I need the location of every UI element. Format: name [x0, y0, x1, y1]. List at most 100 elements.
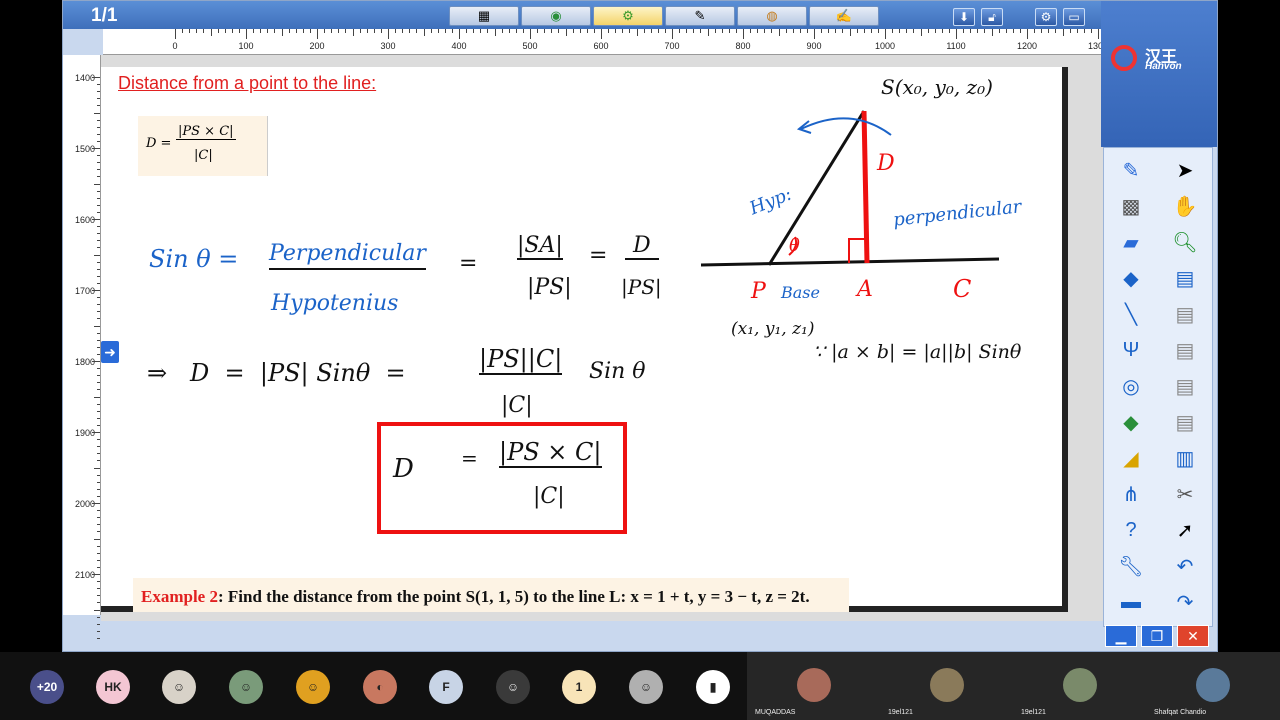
highlighter-tool[interactable]: ▩ [1114, 190, 1148, 222]
open-folder-tool[interactable]: ▬ [1114, 586, 1148, 618]
pointer-select-tool[interactable]: ➚ [1168, 514, 1202, 546]
video-tile-shafqat[interactable]: Shafqat Chandio [1146, 652, 1280, 720]
help-tool[interactable]: ? [1114, 514, 1148, 546]
ruler-tick [196, 29, 198, 33]
ruler-tick [530, 29, 531, 39]
ruler-h-label: 0 [172, 41, 178, 51]
page-tool-1[interactable]: ▤ [1168, 334, 1202, 366]
page-nav-arrow[interactable]: ➜ [101, 341, 119, 363]
participant-1[interactable]: 1 [562, 670, 596, 704]
window-button[interactable]: ▭ [1063, 8, 1085, 26]
video-tile-19el121-b[interactable]: 19el121 [1013, 652, 1146, 720]
ruler-tick [473, 29, 475, 33]
ruler-tick [92, 574, 100, 575]
hand-tool[interactable]: ✋ [1168, 190, 1202, 222]
person-avatar-icon: ☺ [306, 680, 320, 694]
gears-button[interactable]: ⚙ [593, 6, 663, 26]
settings-tool[interactable]: 🔧︎ [1114, 550, 1148, 582]
lock-button[interactable]: 🔓︎ [981, 8, 1003, 26]
ruler-tick [92, 503, 100, 504]
ruler-tick [1055, 29, 1057, 33]
ruler-tick [814, 29, 815, 39]
ruler-tick [97, 517, 100, 519]
delete-page-tool[interactable]: ▤ [1168, 298, 1202, 330]
shape-tool[interactable]: ◎ [1114, 370, 1148, 402]
undo-tool[interactable]: ↶ [1168, 550, 1202, 582]
clipboard-tool[interactable]: ▥ [1168, 442, 1202, 474]
participant-f[interactable]: F [429, 670, 463, 704]
minimize-button[interactable]: ▁ [1105, 625, 1137, 647]
download-button[interactable]: ⬇ [953, 8, 975, 26]
top-toolbar: 1/1 ▦ ◉ ⚙ ✎ ◍ ✍ ⬇ 🔓︎ ⚙ ▭ [63, 1, 1103, 29]
participant-hk[interactable]: HK [96, 670, 130, 704]
ruler-tick [97, 595, 100, 597]
ruler-h-label: 400 [451, 41, 467, 51]
eraser-tool[interactable]: ▰ [1114, 226, 1148, 258]
participant-avatar-6[interactable]: ☺ [629, 670, 663, 704]
solid-tool[interactable]: ◆ [1114, 406, 1148, 438]
ruler-h-label: 500 [522, 41, 538, 51]
settings-button[interactable]: ⚙ [1035, 8, 1057, 26]
ruler-tick [97, 176, 100, 178]
more-participants-badge[interactable]: +20 [30, 670, 64, 704]
participants-bar: +20 HK ☺ ☺ ☺ ◐ F ☺ 1 ☺ ▮ MUQADDAS 19el12… [0, 652, 1280, 720]
participant-avatar-2[interactable]: ☺ [229, 670, 263, 704]
whiteboard-canvas[interactable]: Distance from a point to the line: D = |… [101, 67, 1068, 612]
restore-button[interactable]: ❐ [1141, 625, 1173, 647]
page-tool-3[interactable]: ▤ [1168, 406, 1202, 438]
page-tool-2[interactable]: ▤ [1168, 370, 1202, 402]
ruler-tick [686, 29, 688, 33]
ruler-tick [97, 261, 100, 263]
database-button[interactable]: ◉ [521, 6, 591, 26]
ruler-tick [260, 29, 262, 33]
formula-numerator: |PS × C| [176, 124, 236, 140]
grid-button[interactable]: ▦ [449, 6, 519, 26]
redo-tool[interactable]: ↷ [1168, 586, 1202, 618]
ruler-tick [97, 403, 100, 405]
participant-avatar-5[interactable]: ☺ [496, 670, 530, 704]
ruler-tick [714, 29, 716, 33]
notes-button[interactable]: ✎ [665, 6, 735, 26]
hanvon-logo: 汉王 Hanvon [1111, 43, 1207, 79]
fill-tool[interactable]: ◆ [1114, 262, 1148, 294]
ruler-tick [288, 29, 290, 33]
whiteboard-app-window: 1/1 ▦ ◉ ⚙ ✎ ◍ ✍ ⬇ 🔓︎ ⚙ ▭ 0 100 200 300 400 50… [62, 0, 1218, 652]
ruler-tick [97, 474, 100, 476]
ruler-tick [1083, 29, 1085, 33]
participant-avatar-4[interactable]: ◐ [363, 670, 397, 704]
line-tool[interactable]: ╲ [1114, 298, 1148, 330]
person-avatar-icon: ☺ [506, 680, 520, 694]
ruler-tick [175, 29, 176, 39]
close-button[interactable]: ✕ [1177, 625, 1209, 647]
ruler-tick [963, 29, 965, 33]
ruler-tick [97, 488, 100, 490]
ruler-tick [586, 29, 588, 33]
grid-icon: ▦ [477, 8, 491, 23]
ruler-tick [792, 29, 794, 33]
ruler-tool[interactable]: ◢ [1114, 442, 1148, 474]
ruler-tick [863, 29, 865, 33]
participant-avatar-7[interactable]: ▮ [696, 670, 730, 704]
example-text: : Find the distance from the point S(1, … [217, 587, 810, 606]
video-tile-muqaddas[interactable]: MUQADDAS [747, 652, 880, 720]
tile-name: Shafqat Chandio [1154, 709, 1207, 716]
video-tile-19el121-a[interactable]: 19el121 [880, 652, 1013, 720]
zoom-tool[interactable]: 🔍︎ [1168, 226, 1202, 258]
compass-tool[interactable]: Ψ [1114, 334, 1148, 366]
participant-avatar-1[interactable]: ☺ [162, 670, 196, 704]
solid-shapes-icon: ◆ [1123, 411, 1139, 434]
ruler-tick [537, 29, 539, 33]
pen-tool[interactable]: ✎ [1114, 154, 1148, 186]
palette-button[interactable]: ◍ [737, 6, 807, 26]
cut-tool[interactable]: ✂ [1168, 478, 1202, 510]
ruler-tick [97, 155, 100, 157]
participant-avatar-3[interactable]: ☺ [296, 670, 330, 704]
vertical-ruler: 1400 1500 1600 1700 1800 1900 2000 2100 [63, 55, 101, 639]
add-page-tool[interactable]: ▤ [1168, 262, 1202, 294]
select-tool[interactable]: ➤ [1168, 154, 1202, 186]
edit-button[interactable]: ✍ [809, 6, 879, 26]
ruler-tick [217, 29, 219, 33]
ruler-tick [423, 29, 425, 36]
ruler-tick [359, 29, 361, 33]
graph-tool[interactable]: ⋔ [1114, 478, 1148, 510]
